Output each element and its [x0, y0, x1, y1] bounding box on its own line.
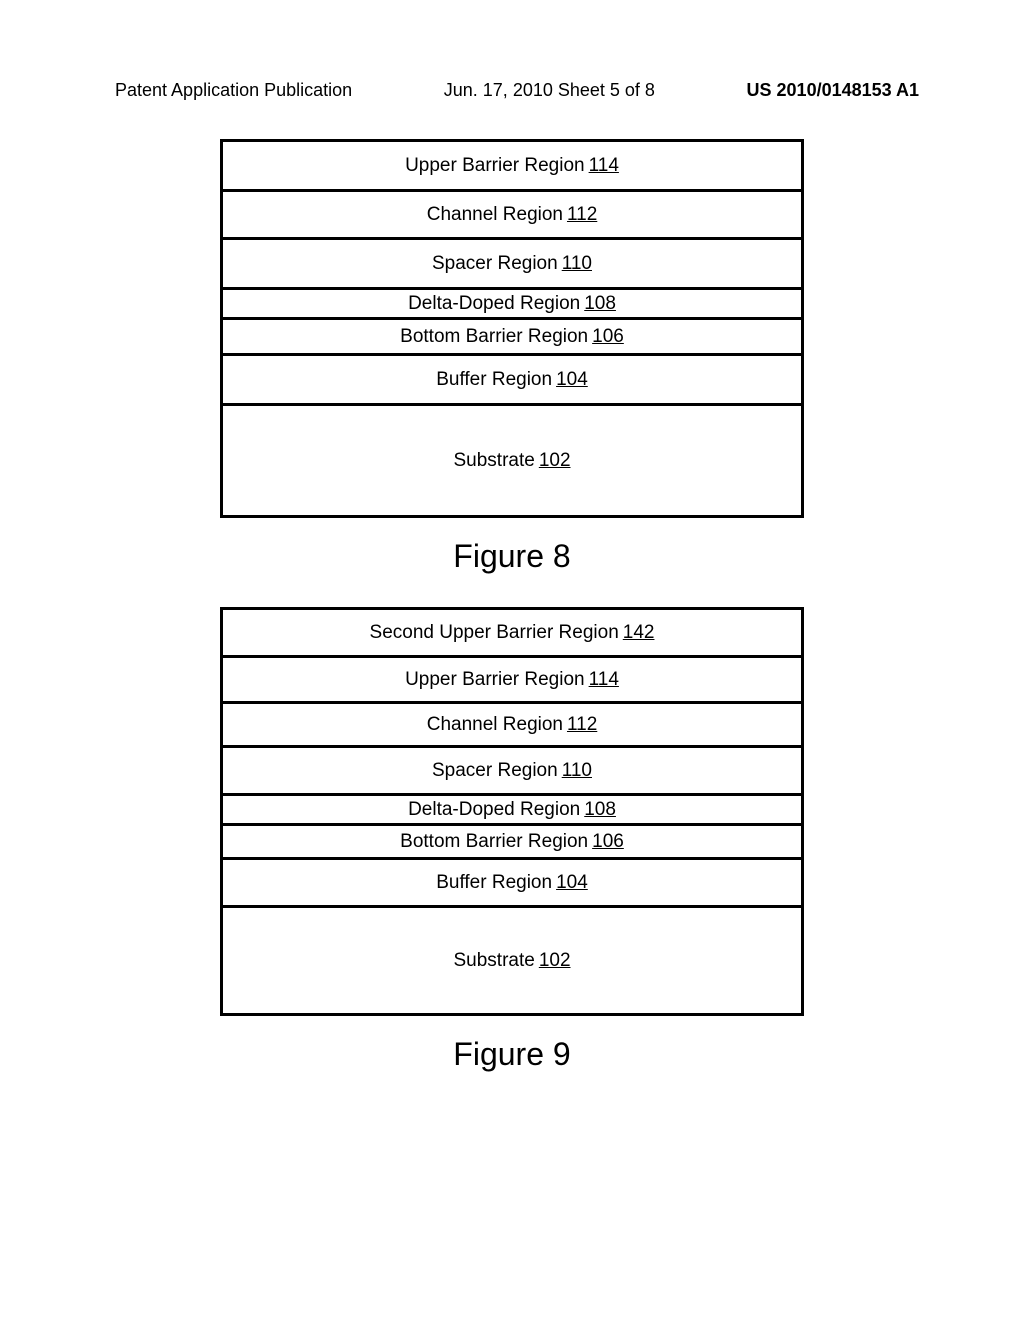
- figure-9-layer: Delta-Doped Region108: [223, 796, 801, 826]
- figure-8-layer: Bottom Barrier Region106: [223, 320, 801, 356]
- layer-ref-number: 110: [562, 253, 592, 275]
- layer-label: Upper Barrier Region: [405, 669, 585, 691]
- layer-label: Buffer Region: [436, 369, 552, 391]
- figure-8-layer: Channel Region112: [223, 192, 801, 240]
- figure-9-layer: Substrate102: [223, 908, 801, 1016]
- layer-ref-number: 110: [562, 760, 592, 782]
- layer-label: Second Upper Barrier Region: [370, 622, 619, 644]
- layer-label: Buffer Region: [436, 872, 552, 894]
- figure-9-layer: Channel Region112: [223, 704, 801, 748]
- figure-9-layer: Bottom Barrier Region106: [223, 826, 801, 860]
- layer-ref-number: 112: [567, 204, 597, 226]
- figure-8-layer: Buffer Region104: [223, 356, 801, 406]
- figure-9-layer: Upper Barrier Region114: [223, 658, 801, 704]
- layer-ref-number: 104: [556, 872, 588, 894]
- layer-label: Upper Barrier Region: [405, 155, 585, 177]
- figure-8-layer: Substrate102: [223, 406, 801, 518]
- layer-label: Delta-Doped Region: [408, 293, 580, 315]
- figure-9-layer: Second Upper Barrier Region142: [223, 610, 801, 658]
- layer-label: Bottom Barrier Region: [400, 831, 588, 853]
- header-right: US 2010/0148153 A1: [747, 80, 919, 101]
- figure-8-stack: Upper Barrier Region114Channel Region112…: [220, 139, 804, 518]
- layer-label: Bottom Barrier Region: [400, 326, 588, 348]
- figure-8-layer: Delta-Doped Region108: [223, 290, 801, 320]
- layer-label: Spacer Region: [432, 253, 558, 275]
- layer-label: Channel Region: [427, 204, 563, 226]
- layer-ref-number: 104: [556, 369, 588, 391]
- layer-ref-number: 112: [567, 714, 597, 736]
- layer-ref-number: 108: [584, 293, 616, 315]
- figure-8-layer: Spacer Region110: [223, 240, 801, 290]
- layer-ref-number: 106: [592, 326, 624, 348]
- layer-ref-number: 142: [623, 622, 655, 644]
- figure-9-caption: Figure 9: [60, 1036, 964, 1073]
- header-left: Patent Application Publication: [115, 80, 352, 101]
- layer-label: Substrate: [453, 950, 534, 972]
- layer-label: Delta-Doped Region: [408, 799, 580, 821]
- layer-label: Substrate: [453, 450, 534, 472]
- layer-ref-number: 102: [539, 450, 571, 472]
- page-header: Patent Application Publication Jun. 17, …: [60, 80, 964, 101]
- figure-8-layer: Upper Barrier Region114: [223, 142, 801, 192]
- layer-ref-number: 114: [589, 669, 619, 691]
- layer-ref-number: 106: [592, 831, 624, 853]
- layer-label: Spacer Region: [432, 760, 558, 782]
- layer-label: Channel Region: [427, 714, 563, 736]
- layer-ref-number: 114: [589, 155, 619, 177]
- layer-ref-number: 102: [539, 950, 571, 972]
- figure-8-caption: Figure 8: [60, 538, 964, 575]
- figure-9-layer: Spacer Region110: [223, 748, 801, 796]
- figure-9-stack: Second Upper Barrier Region142Upper Barr…: [220, 607, 804, 1016]
- patent-page: Patent Application Publication Jun. 17, …: [0, 0, 1024, 1320]
- layer-ref-number: 108: [584, 799, 616, 821]
- header-center: Jun. 17, 2010 Sheet 5 of 8: [444, 80, 655, 101]
- figure-9-layer: Buffer Region104: [223, 860, 801, 908]
